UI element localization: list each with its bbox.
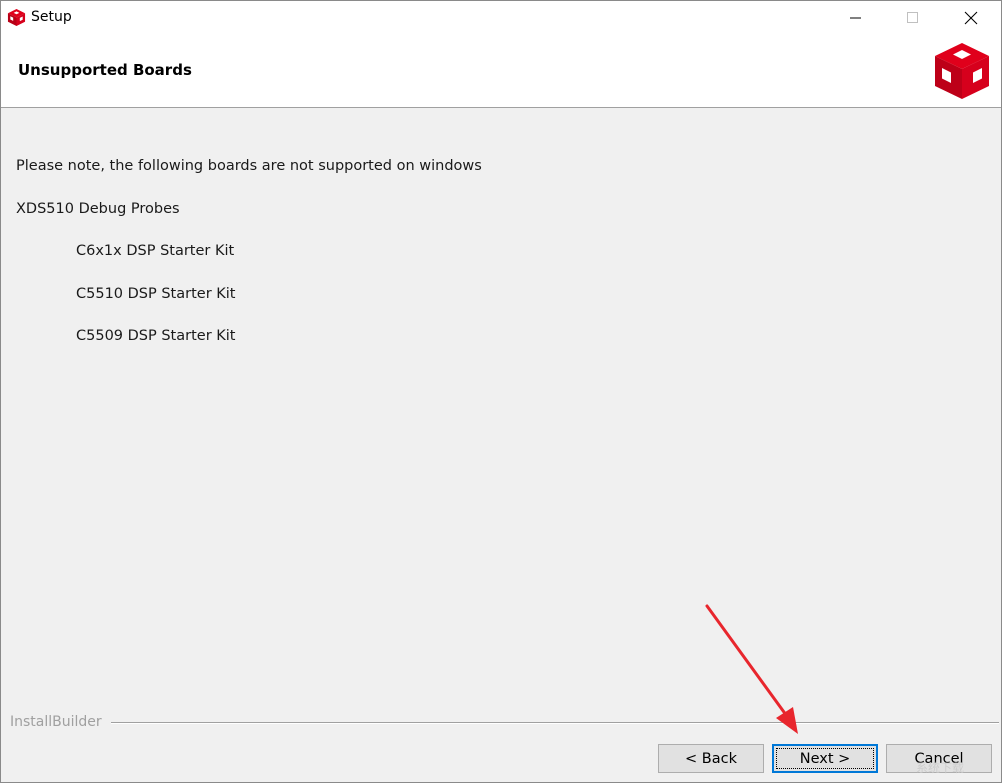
board-item: C5509 DSP Starter Kit	[76, 328, 236, 344]
maximize-button[interactable]	[884, 1, 942, 34]
red-cube-logo-icon	[935, 43, 989, 99]
notice-text: Please note, the following boards are no…	[16, 158, 482, 174]
red-cube-icon	[7, 8, 26, 27]
board-item: C6x1x DSP Starter Kit	[76, 243, 235, 259]
next-button[interactable]: Next >	[772, 744, 878, 773]
board-item: C5510 DSP Starter Kit	[76, 286, 236, 302]
maximize-icon	[907, 11, 918, 23]
installbuilder-brand: InstallBuilder	[10, 714, 102, 730]
next-button-label: Next >	[799, 750, 851, 767]
watermark: 系统下载	[916, 761, 965, 775]
footer-divider	[111, 722, 999, 724]
back-button-label: < Back	[685, 750, 737, 767]
close-icon	[964, 11, 978, 24]
wizard-header: Unsupported Boards	[1, 34, 1001, 108]
window-title: Setup	[31, 9, 72, 25]
close-button[interactable]	[942, 1, 1000, 34]
red-arrow-annotation	[705, 604, 798, 734]
title-bar[interactable]: Setup	[1, 1, 1001, 34]
setup-window: Setup Unsupported Boards Please note, th…	[0, 0, 1002, 783]
minimize-button[interactable]	[827, 1, 885, 34]
back-button[interactable]: < Back	[658, 744, 764, 773]
group-title: XDS510 Debug Probes	[16, 201, 180, 217]
minimize-icon	[850, 17, 861, 18]
page-title: Unsupported Boards	[18, 61, 192, 79]
